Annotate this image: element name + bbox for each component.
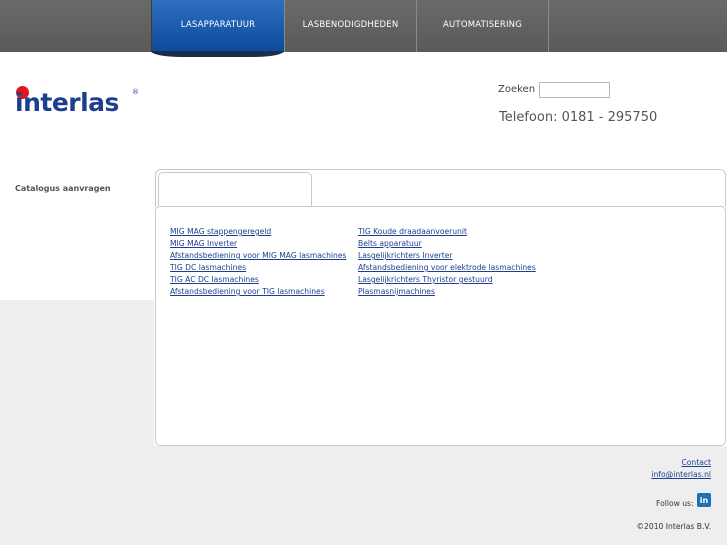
category-link[interactable]: TIG AC DC lasmachines	[170, 274, 346, 286]
category-link[interactable]: TIG Koude draadaanvoerunit	[358, 226, 536, 238]
category-link[interactable]: Afstandsbediening voor MIG MAG lasmachin…	[170, 250, 346, 262]
category-link[interactable]: Belts apparatuur	[358, 238, 536, 250]
sidebar-lower-panel	[0, 300, 154, 446]
logo-text: interlas	[15, 88, 119, 117]
phone-number: Telefoon: 0181 - 295750	[499, 110, 658, 125]
logo-registered-mark: ®	[132, 88, 139, 96]
nav-tab-lasbenodigdheden[interactable]: LASBENODIGDHEDEN	[284, 0, 416, 52]
category-links-column-1: MIG MAG stappengeregeld MIG MAG Inverter…	[170, 226, 346, 298]
nav-tab-automatisering[interactable]: AUTOMATISERING	[416, 0, 549, 52]
content-tab-active[interactable]	[158, 172, 312, 206]
footer-copyright: ©2010 Interlas B.V.	[636, 522, 711, 531]
category-link[interactable]: MIG MAG Inverter	[170, 238, 346, 250]
category-links-column-2: TIG Koude draadaanvoerunit Belts apparat…	[358, 226, 536, 298]
linkedin-icon[interactable]: in	[697, 493, 711, 507]
category-link[interactable]: Plasmasnijmachines	[358, 286, 536, 298]
category-link[interactable]: Lasgelijkrichters Inverter	[358, 250, 536, 262]
category-link[interactable]: Lasgelijkrichters Thyristor gestuurd	[358, 274, 536, 286]
search-label: Zoeken	[498, 84, 536, 95]
catalog-request-link[interactable]: Catalogus aanvragen	[15, 184, 111, 193]
footer-follow-label: Follow us:	[656, 499, 694, 508]
category-link[interactable]: TIG DC lasmachines	[170, 262, 346, 274]
footer	[0, 446, 727, 545]
category-link[interactable]: Afstandsbediening voor elektrode lasmach…	[358, 262, 536, 274]
category-link[interactable]: MIG MAG stappengeregeld	[170, 226, 346, 238]
category-link[interactable]: Afstandsbediening voor TIG lasmachines	[170, 286, 346, 298]
search-input[interactable]	[539, 82, 610, 98]
footer-email-link[interactable]: info@interlas.nl	[651, 470, 711, 479]
footer-contact-link[interactable]: Contact	[681, 458, 711, 467]
nav-tab-lasapparatuur[interactable]: LASAPPARATUUR	[151, 0, 284, 57]
left-sidebar	[0, 160, 154, 300]
